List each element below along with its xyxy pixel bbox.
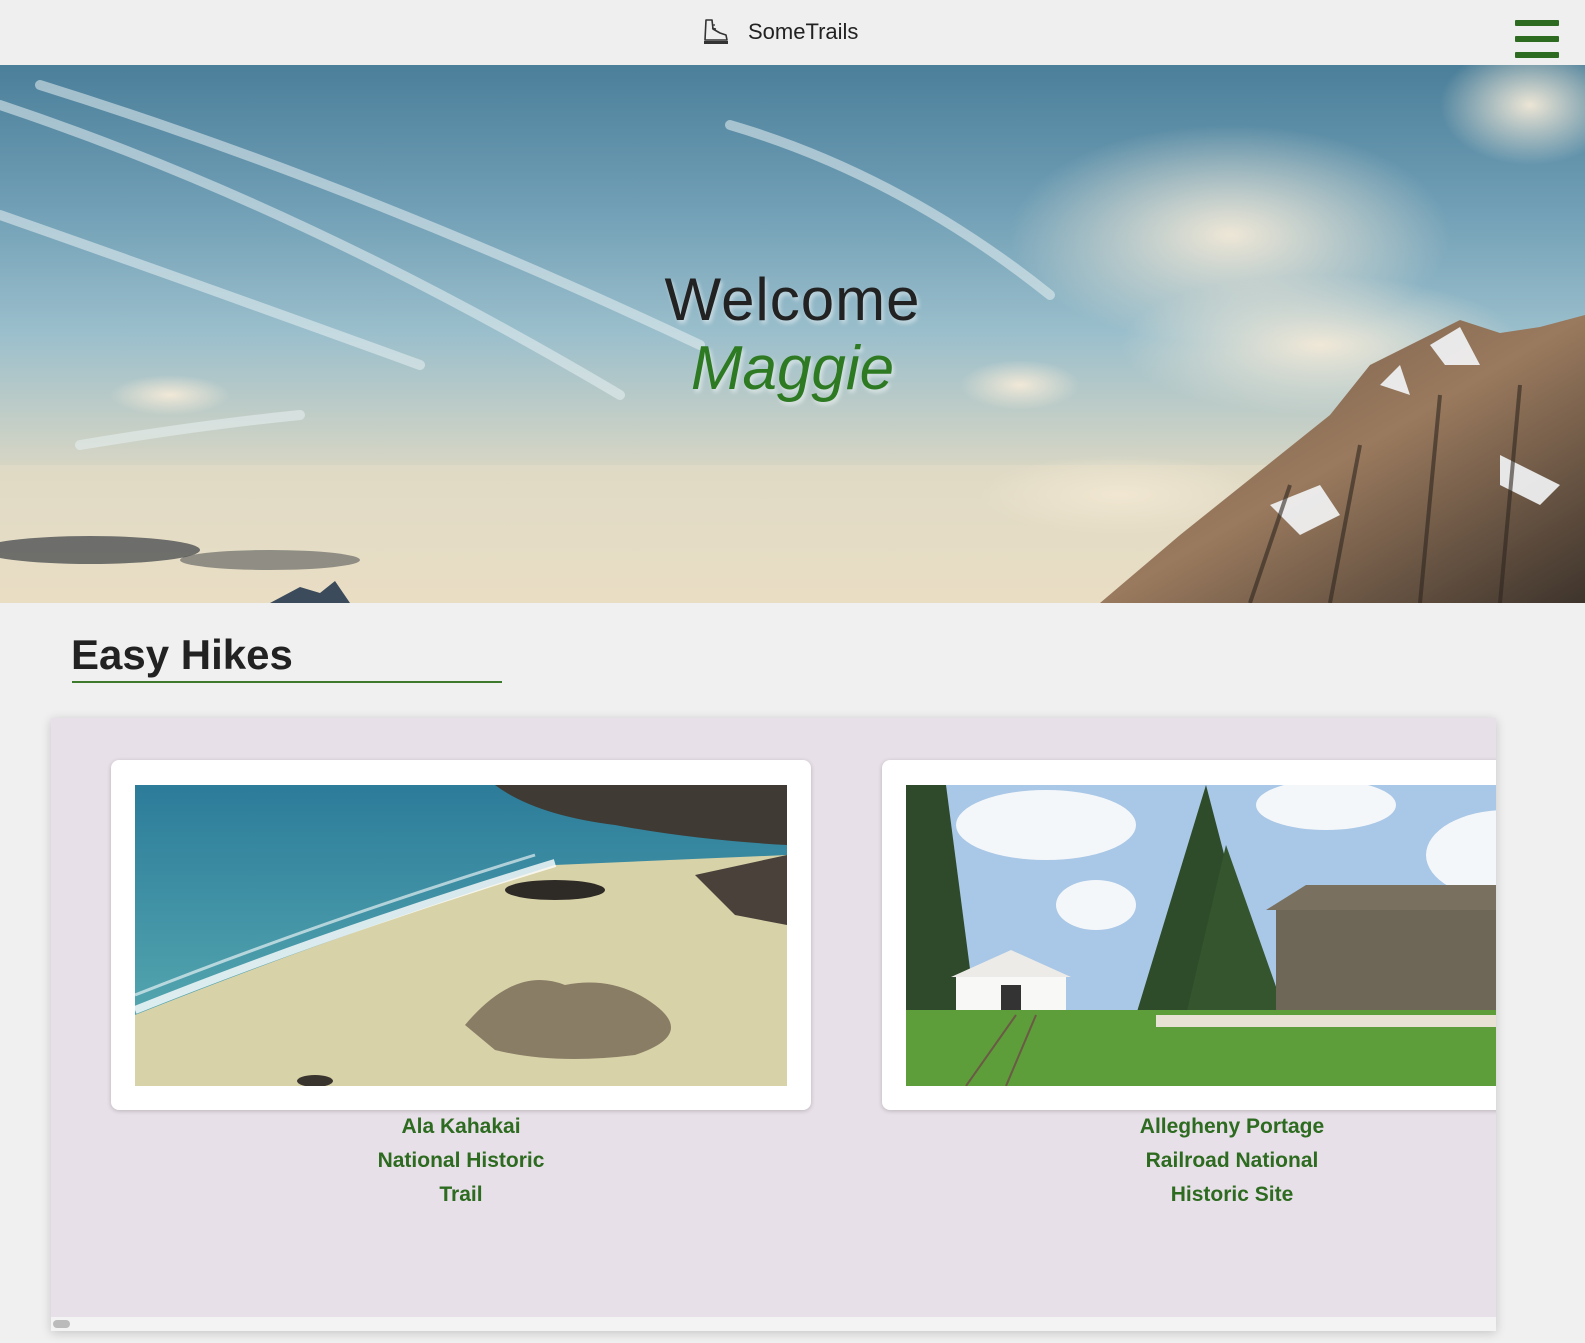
hamburger-menu-icon[interactable] bbox=[1515, 20, 1559, 58]
trail-card[interactable] bbox=[882, 760, 1496, 1110]
trail-photo-beach bbox=[135, 785, 787, 1086]
hero-greeting: Welcome bbox=[664, 266, 921, 333]
trails-carousel[interactable]: Ala Kahakai National Historic Trail Alle… bbox=[51, 718, 1496, 1331]
section-title: Easy Hikes bbox=[71, 631, 293, 678]
trail-card-title[interactable]: Allegheny Portage Railroad National Hist… bbox=[882, 1110, 1496, 1212]
scrollbar-thumb[interactable] bbox=[53, 1320, 70, 1328]
brand-link[interactable]: SomeTrails bbox=[700, 14, 858, 50]
hero-user-name: Maggie bbox=[690, 334, 895, 403]
trail-card-title[interactable]: Ala Kahakai National Historic Trail bbox=[111, 1110, 811, 1212]
carousel-scrollbar[interactable] bbox=[51, 1317, 1496, 1331]
brand-name: SomeTrails bbox=[748, 19, 859, 44]
section-title-underline bbox=[72, 681, 502, 683]
hero-banner: Welcome Maggie bbox=[0, 65, 1585, 603]
trail-photo-railroad-site bbox=[906, 785, 1496, 1086]
trail-card[interactable] bbox=[111, 760, 811, 1110]
hiking-boot-icon bbox=[704, 19, 728, 44]
top-nav: SomeTrails bbox=[0, 0, 1585, 65]
